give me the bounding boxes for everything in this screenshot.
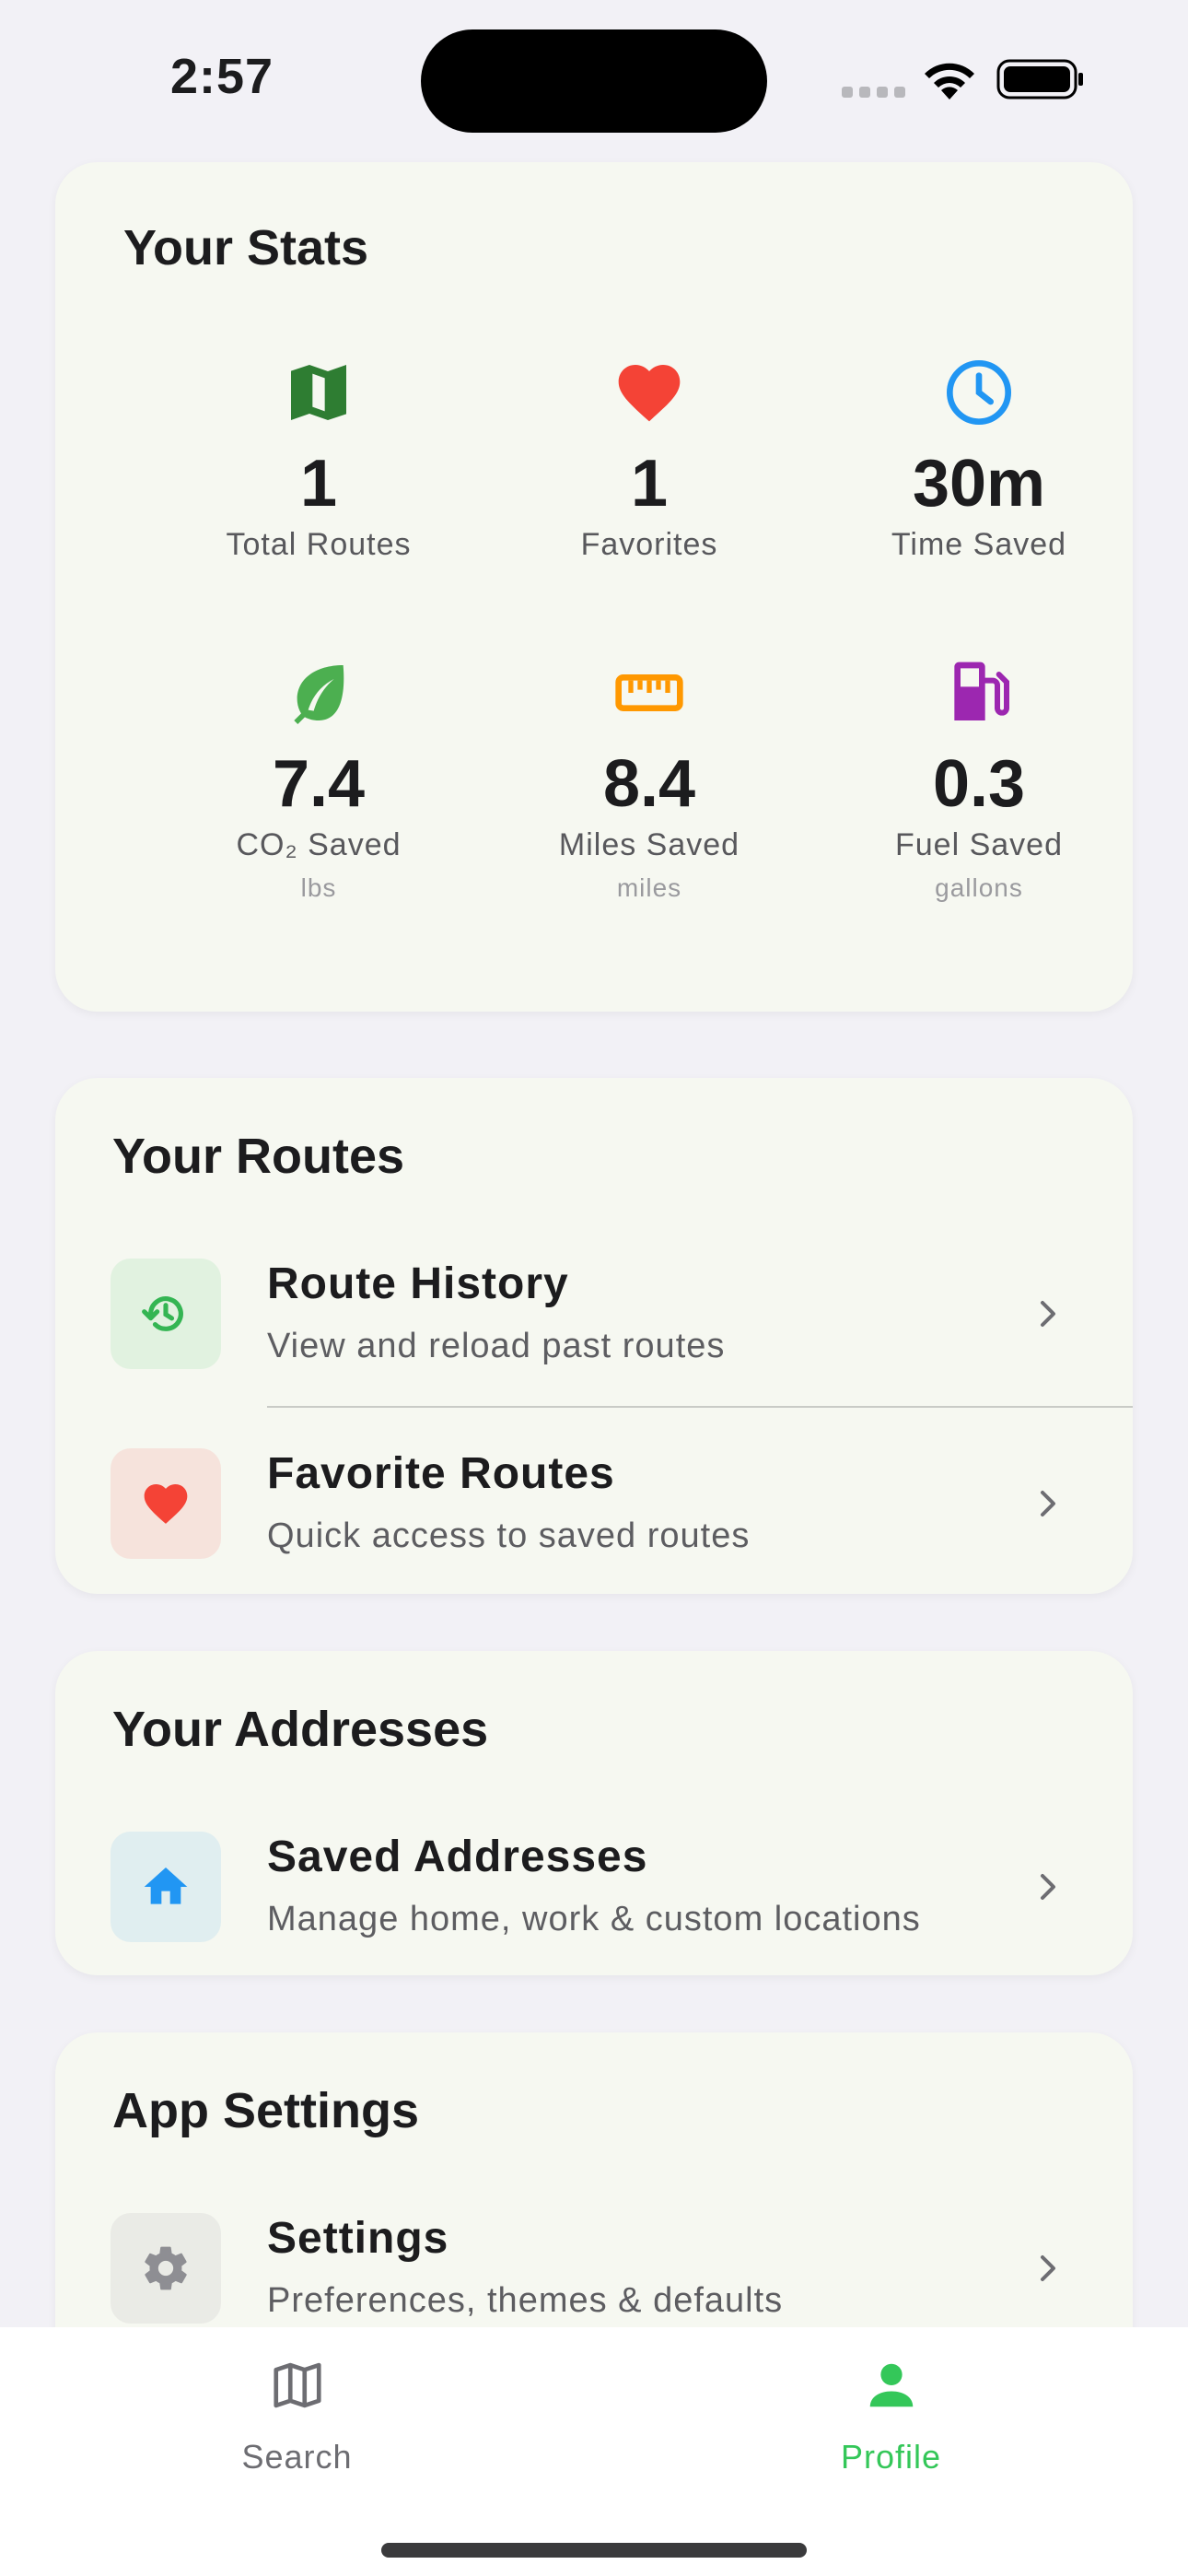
- stat-label: Miles Saved: [558, 827, 740, 862]
- stat-label: Time Saved: [891, 527, 1067, 562]
- saved-addresses-row[interactable]: Saved Addresses Manage home, work & cust…: [55, 1789, 1133, 1973]
- stat-label: CO₂ Saved: [236, 827, 402, 862]
- row-title: Settings: [267, 2214, 449, 2263]
- row-title: Saved Addresses: [267, 1832, 648, 1881]
- routes-card: Your Routes Route History View and reloa…: [55, 1078, 1133, 1594]
- stats-card: Your Stats 1 Total Routes 1 Favorites 30…: [55, 162, 1133, 1012]
- leaf-icon: [282, 656, 355, 730]
- row-subtitle: Preferences, themes & defaults: [267, 2281, 784, 2320]
- fuel-pump-icon: [942, 656, 1016, 730]
- history-icon: [111, 1259, 221, 1369]
- stat-unit: gallons: [935, 873, 1023, 902]
- stat-label: Total Routes: [226, 527, 412, 562]
- dynamic-island: [421, 29, 767, 133]
- status-bar: 2:57: [0, 0, 1188, 147]
- chevron-right-icon: [1041, 1874, 1055, 1900]
- tab-search[interactable]: Search: [0, 2327, 594, 2502]
- chevron-right-icon: [1041, 1491, 1055, 1516]
- map-outline-icon: [269, 2357, 326, 2414]
- battery-icon: [996, 59, 1083, 100]
- heart-icon: [612, 356, 686, 429]
- tab-bar: Search Profile: [0, 2327, 1188, 2576]
- stat-value: 7.4: [272, 747, 366, 821]
- tab-label: Profile: [840, 2438, 942, 2476]
- map-icon: [282, 356, 355, 429]
- chevron-right-icon: [1041, 2255, 1055, 2281]
- wifi-icon: [925, 63, 974, 100]
- row-subtitle: Manage home, work & custom locations: [267, 1900, 921, 1938]
- row-title: Favorite Routes: [267, 1449, 615, 1498]
- row-title: Route History: [267, 1259, 569, 1308]
- stat-label: Fuel Saved: [895, 827, 1063, 862]
- clock-icon: [942, 356, 1016, 429]
- tab-profile[interactable]: Profile: [594, 2327, 1188, 2502]
- stat-unit: lbs: [300, 873, 337, 902]
- status-time: 2:57: [170, 49, 274, 104]
- tab-label: Search: [241, 2438, 353, 2476]
- addresses-card: Your Addresses Saved Addresses Manage ho…: [55, 1651, 1133, 1975]
- home-icon: [111, 1832, 221, 1942]
- stat-value: 1: [630, 447, 669, 521]
- stat-value: 8.4: [602, 747, 696, 821]
- routes-title: Your Routes: [112, 1129, 405, 1184]
- stat-value: 1: [299, 447, 338, 521]
- chevron-right-icon: [1041, 1301, 1055, 1327]
- row-subtitle: View and reload past routes: [267, 1327, 726, 1365]
- addresses-title: Your Addresses: [112, 1702, 489, 1757]
- route-history-row[interactable]: Route History View and reload past route…: [55, 1216, 1133, 1400]
- cellular-signal-icon: [842, 87, 905, 98]
- stats-title: Your Stats: [123, 220, 369, 275]
- ruler-icon: [612, 656, 686, 730]
- heart-icon: [111, 1448, 221, 1559]
- person-icon: [863, 2357, 920, 2414]
- home-indicator[interactable]: [381, 2543, 807, 2558]
- row-subtitle: Quick access to saved routes: [267, 1516, 751, 1555]
- stat-value: 0.3: [932, 747, 1026, 821]
- stat-value: 30m: [912, 447, 1046, 521]
- app-settings-title: App Settings: [112, 2083, 419, 2138]
- stat-unit: miles: [616, 873, 682, 902]
- stat-label: Favorites: [580, 527, 718, 562]
- favorite-routes-row[interactable]: Favorite Routes Quick access to saved ro…: [55, 1406, 1133, 1590]
- gear-icon: [111, 2213, 221, 2324]
